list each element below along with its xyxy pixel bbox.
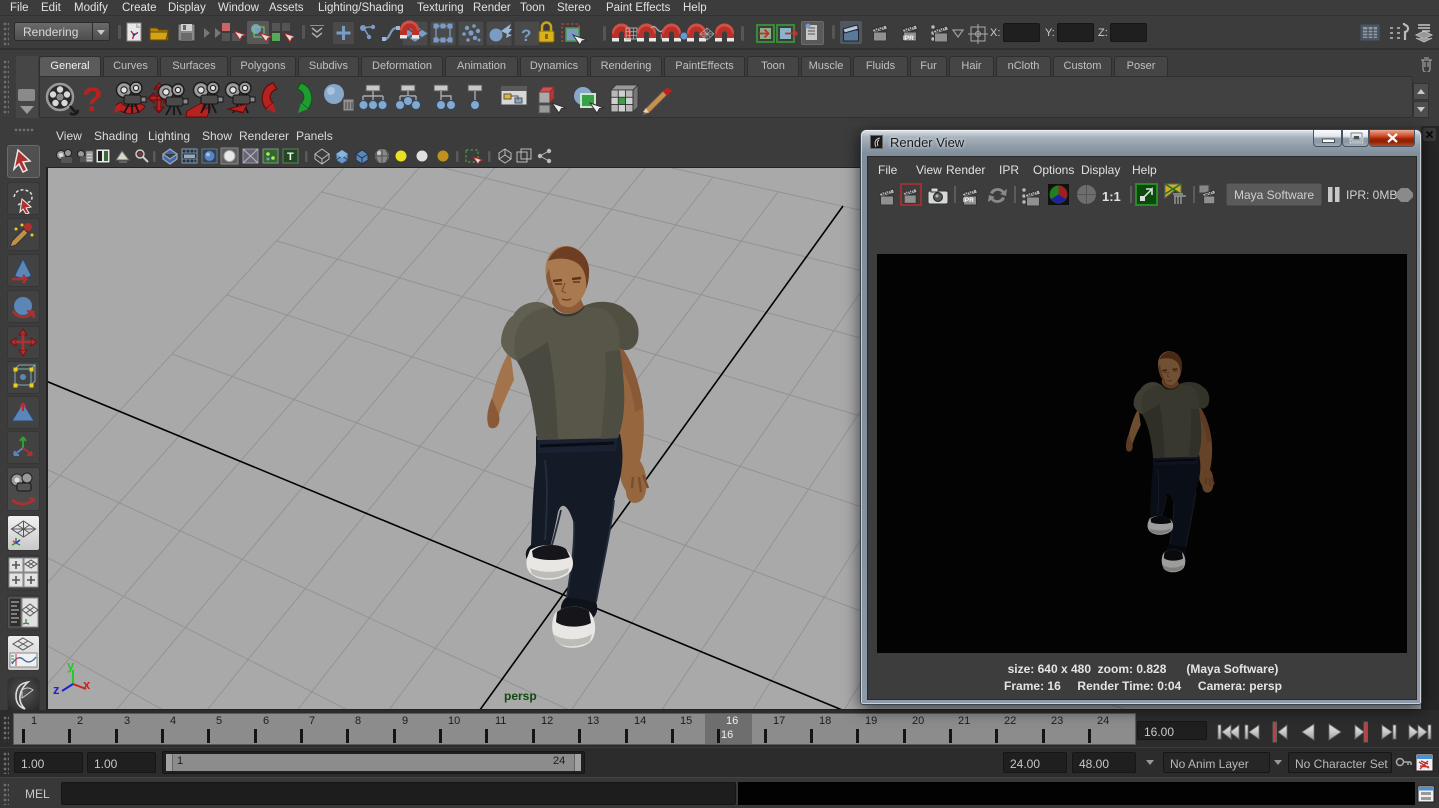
svg-text:Maya Software: Maya Software <box>1234 188 1314 202</box>
svg-text:IPR: 0MB: IPR: 0MB <box>1346 188 1397 202</box>
svg-text:IPR: IPR <box>963 197 974 204</box>
svg-text:T: T <box>287 151 294 163</box>
svg-text:?: ? <box>82 81 103 119</box>
svg-text:?: ? <box>521 26 531 45</box>
svg-text:persp: persp <box>504 689 537 703</box>
svg-text:z: z <box>53 682 60 697</box>
svg-text:y: y <box>67 658 75 673</box>
svg-text:IPR: IPR <box>903 35 914 42</box>
svg-text:x: x <box>83 677 91 692</box>
svg-text:1:1: 1:1 <box>1102 189 1121 204</box>
